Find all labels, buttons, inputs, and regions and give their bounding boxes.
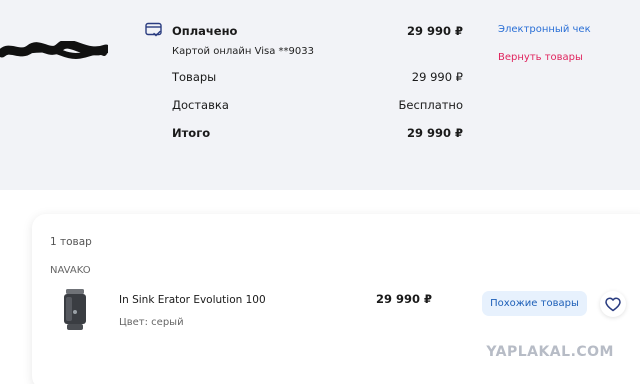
delivery-label: Доставка bbox=[172, 98, 229, 112]
credit-card-check-icon bbox=[145, 22, 162, 37]
payment-amount: 29 990 ₽ bbox=[406, 24, 463, 38]
goods-value: 29 990 ₽ bbox=[411, 70, 463, 84]
total-label: Итого bbox=[172, 126, 211, 140]
total-value: 29 990 ₽ bbox=[406, 126, 463, 140]
product-image[interactable] bbox=[60, 288, 90, 334]
heart-icon bbox=[605, 296, 621, 311]
electronic-receipt-link[interactable]: Электронный чек bbox=[498, 24, 591, 35]
payment-method: Картой онлайн Visa **9033 bbox=[172, 46, 314, 57]
watermark: YAPLAKAL.COM bbox=[486, 344, 614, 360]
product-price: 29 990 ₽ bbox=[376, 292, 433, 306]
delivery-value: Бесплатно bbox=[398, 98, 463, 112]
return-items-link[interactable]: Вернуть товары bbox=[498, 52, 583, 63]
seller-name[interactable]: NAVAKO bbox=[50, 265, 91, 276]
favorite-button[interactable] bbox=[600, 291, 626, 317]
similar-products-button[interactable]: Похожие товары bbox=[482, 291, 587, 316]
goods-label: Товары bbox=[172, 70, 217, 84]
payment-status: Оплачено bbox=[172, 24, 238, 38]
product-name[interactable]: In Sink Erator Evolution 100 bbox=[119, 294, 266, 306]
redacted-scribble bbox=[0, 41, 108, 59]
product-color: Цвет: серый bbox=[119, 317, 184, 328]
items-count: 1 товар bbox=[50, 236, 92, 248]
